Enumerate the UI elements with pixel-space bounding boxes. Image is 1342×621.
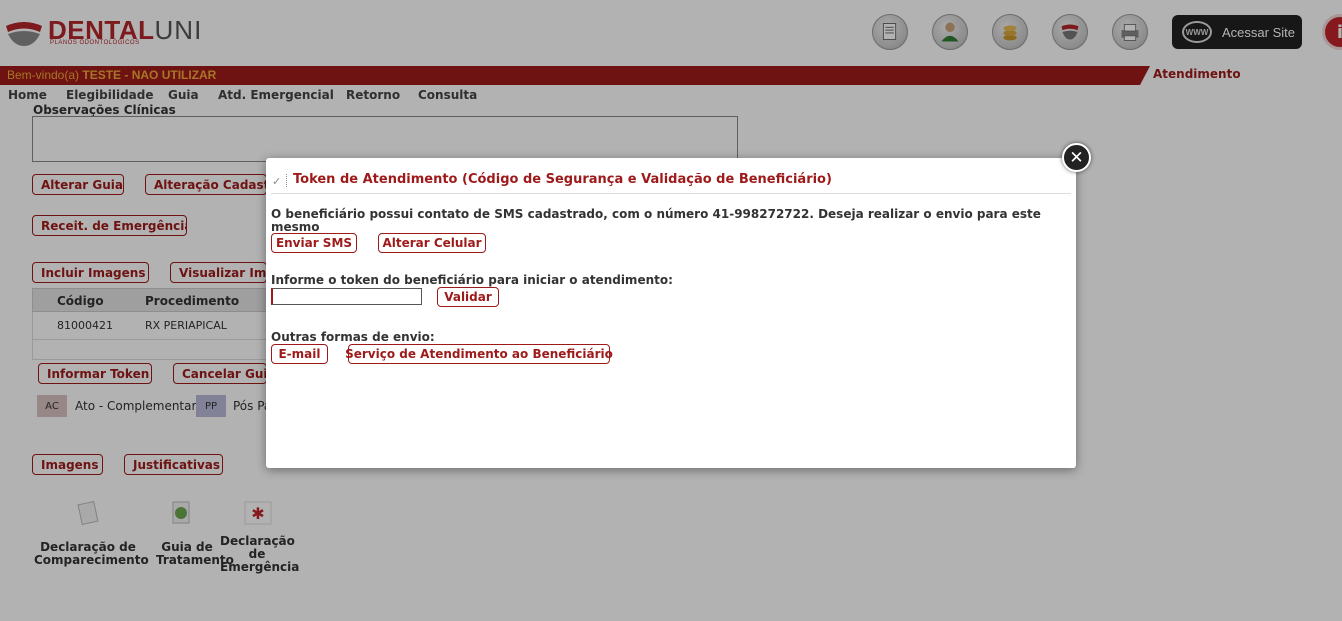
other-methods-label: Outras formas de envio: — [271, 330, 435, 344]
modal-title-bar: ✓ Token de Atendimento (Código de Segura… — [271, 172, 1071, 194]
email-button[interactable]: E-mail — [271, 344, 328, 364]
token-prompt: Informe o token do beneficiário para ini… — [271, 273, 673, 287]
modal-title: Token de Atendimento (Código de Seguranç… — [293, 172, 832, 187]
token-input[interactable] — [271, 288, 422, 305]
enviar-sms-button[interactable]: Enviar SMS — [271, 233, 357, 253]
check-icon: ✓ — [272, 175, 282, 188]
token-modal: ✓ Token de Atendimento (Código de Segura… — [266, 158, 1076, 468]
title-separator — [286, 174, 287, 187]
validar-button[interactable]: Validar — [437, 287, 499, 307]
alterar-celular-button[interactable]: Alterar Celular — [378, 233, 486, 253]
close-icon[interactable]: ✕ — [1062, 143, 1091, 172]
sab-button[interactable]: Serviço de Atendimento ao Beneficiário — [345, 344, 613, 364]
